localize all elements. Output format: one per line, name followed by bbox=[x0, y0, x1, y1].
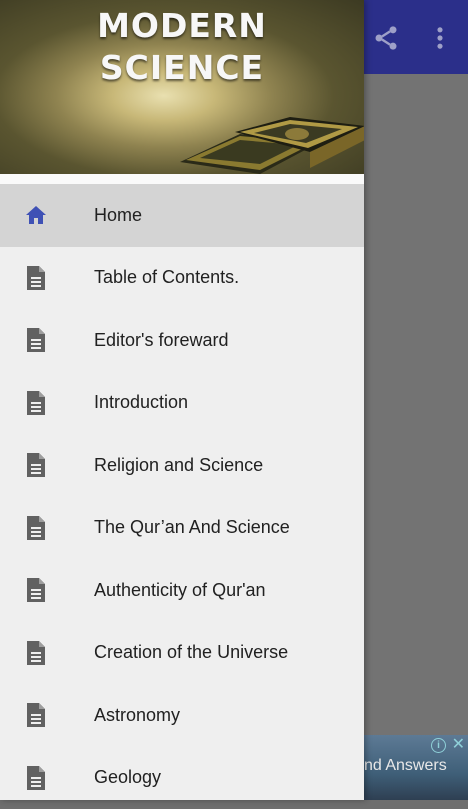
menu-item-introduction[interactable]: Introduction bbox=[0, 372, 364, 435]
menu-item-label: Geology bbox=[94, 767, 161, 788]
navigation-drawer: MODERN SCIENCE Home bbox=[0, 0, 364, 800]
menu-item-label: Creation of the Universe bbox=[94, 642, 288, 663]
document-icon bbox=[24, 327, 48, 353]
menu-item-authenticity-of-quran[interactable]: Authenticity of Qur'an bbox=[0, 559, 364, 622]
menu-item-label: The Qur’an And Science bbox=[94, 517, 290, 538]
menu-item-table-of-contents[interactable]: Table of Contents. bbox=[0, 247, 364, 310]
ad-info-icon[interactable]: i bbox=[431, 738, 446, 753]
document-icon bbox=[24, 515, 48, 541]
menu-item-creation-of-the-universe[interactable]: Creation of the Universe bbox=[0, 622, 364, 685]
ad-banner[interactable]: nd Answers i ✕ bbox=[364, 735, 468, 800]
document-icon bbox=[24, 265, 48, 291]
share-icon[interactable] bbox=[372, 24, 400, 52]
menu-item-label: Home bbox=[94, 205, 142, 226]
document-icon bbox=[24, 390, 48, 416]
drawer-menu: Home Table of Contents. Editor's forewar… bbox=[0, 184, 364, 809]
header-title-line1: MODERN bbox=[0, 6, 364, 45]
menu-item-label: Authenticity of Qur'an bbox=[94, 580, 266, 601]
menu-item-label: Table of Contents. bbox=[94, 267, 239, 288]
document-icon bbox=[24, 702, 48, 728]
menu-item-religion-and-science[interactable]: Religion and Science bbox=[0, 434, 364, 497]
menu-item-astronomy[interactable]: Astronomy bbox=[0, 684, 364, 747]
menu-item-editors-foreward[interactable]: Editor's foreward bbox=[0, 309, 364, 372]
document-icon bbox=[24, 640, 48, 666]
document-icon bbox=[24, 452, 48, 478]
menu-item-label: Introduction bbox=[94, 392, 188, 413]
menu-item-label: Astronomy bbox=[94, 705, 180, 726]
home-icon bbox=[24, 202, 48, 228]
menu-item-label: Editor's foreward bbox=[94, 330, 229, 351]
menu-item-home[interactable]: Home bbox=[0, 184, 364, 247]
more-vert-icon[interactable] bbox=[426, 24, 454, 52]
book-image bbox=[180, 112, 364, 174]
header-title-line2: SCIENCE bbox=[0, 48, 364, 87]
ad-close-icon[interactable]: ✕ bbox=[452, 737, 465, 753]
document-icon bbox=[24, 577, 48, 603]
menu-item-label: Religion and Science bbox=[94, 455, 263, 476]
ad-text: nd Answers bbox=[364, 757, 447, 775]
header-divider bbox=[0, 174, 364, 184]
menu-item-quran-and-science[interactable]: The Qur’an And Science bbox=[0, 497, 364, 560]
document-icon bbox=[24, 765, 48, 791]
drawer-header: MODERN SCIENCE bbox=[0, 0, 364, 174]
